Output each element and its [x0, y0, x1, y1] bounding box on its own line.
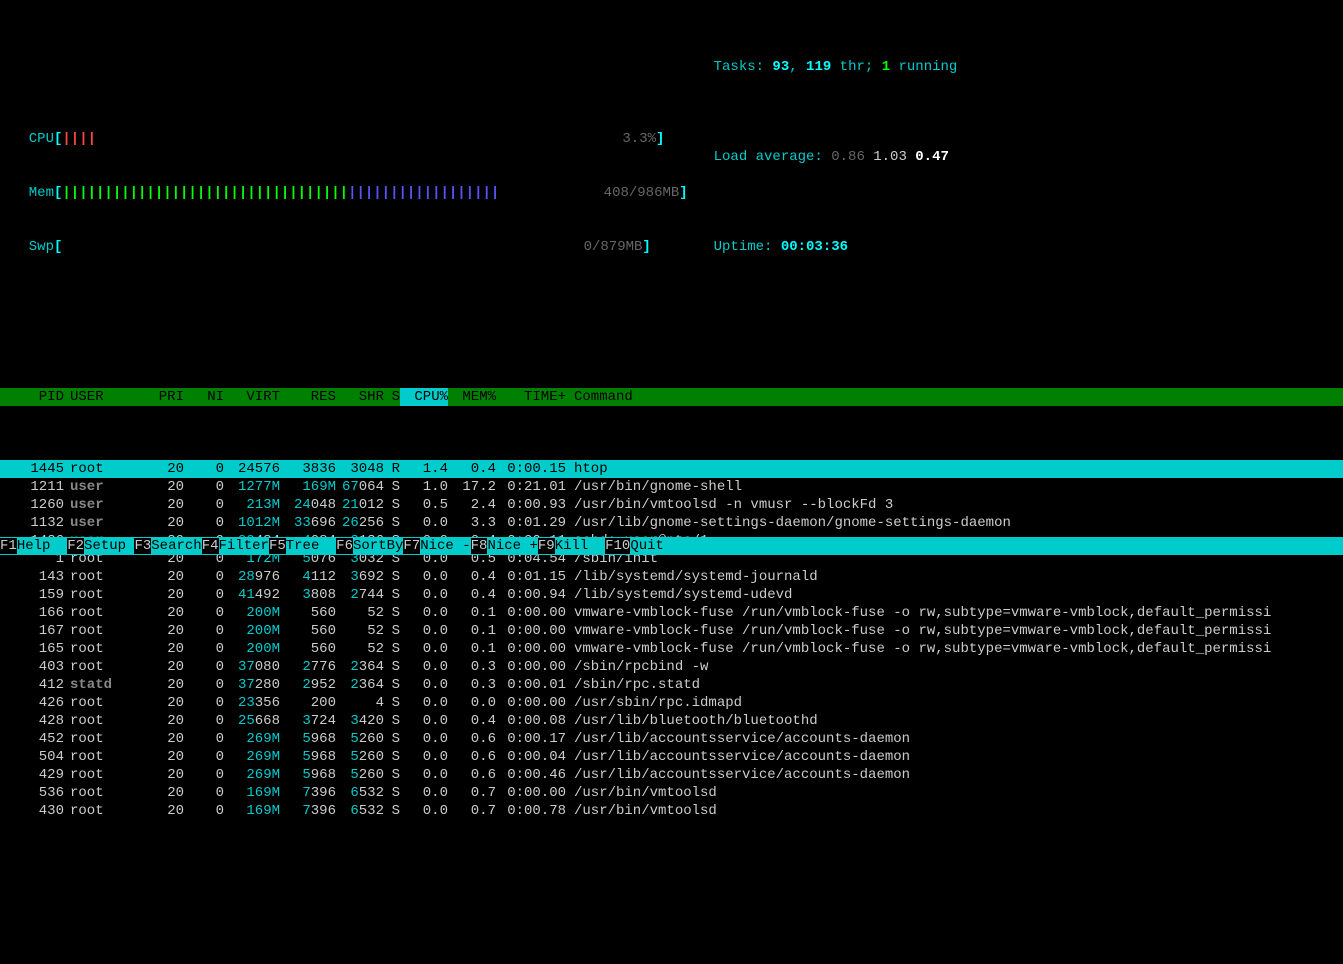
fkey-label[interactable]: Nice + [487, 538, 537, 554]
process-row[interactable]: 429root200269M59685260S0.00.60:00.46/usr… [0, 766, 1343, 784]
process-row[interactable]: 452root200269M59685260S0.00.60:00.17/usr… [0, 730, 1343, 748]
fkey-label[interactable]: Tree [286, 538, 336, 554]
process-row[interactable]: 143root2002897641123692S0.00.40:01.15/li… [0, 568, 1343, 586]
col-cmd[interactable]: Command [568, 388, 1343, 406]
col-ni[interactable]: NI [184, 388, 224, 406]
fkey: F2 [67, 538, 84, 554]
thread-count: 119 [806, 59, 831, 75]
cpu-label: CPU [0, 130, 54, 148]
fkey-label[interactable]: Kill [555, 538, 605, 554]
fkey: F3 [134, 538, 151, 554]
col-s[interactable]: S [384, 388, 400, 406]
load-1: 0.86 [831, 149, 865, 165]
fkey-label[interactable]: Quit [630, 538, 672, 554]
col-cpu[interactable]: CPU% [400, 388, 448, 406]
mem-value: 408/986MB [579, 184, 679, 202]
process-row[interactable]: 1132user2001012M3369626256S0.03.30:01.29… [0, 514, 1343, 532]
cpu-value: 3.3% [596, 130, 656, 148]
process-row[interactable]: 504root200269M59685260S0.00.60:00.04/usr… [0, 748, 1343, 766]
process-row[interactable]: 165root200200M56052S0.00.10:00.00vmware-… [0, 640, 1343, 658]
col-res[interactable]: RES [280, 388, 336, 406]
fkey-label[interactable]: Search [151, 538, 201, 554]
load-15: 0.47 [915, 149, 949, 165]
fkey: F7 [403, 538, 420, 554]
cpu-meter: CPU[||||3.3%] [0, 130, 1343, 148]
info-panel: Tasks: 93, 119 thr; 1 running Load avera… [680, 4, 957, 292]
fkey: F5 [269, 538, 286, 554]
col-user[interactable]: USER [64, 388, 144, 406]
mem-label: Mem [0, 184, 54, 202]
meters-panel: CPU[||||3.3%] Mem[||||||||||||||||||||||… [0, 90, 1343, 280]
process-row[interactable]: 430root200169M73966532S0.00.70:00.78/usr… [0, 802, 1343, 820]
load-5: 1.03 [873, 149, 907, 165]
process-row[interactable]: 1445root2002457638363048R1.40.40:00.15ht… [0, 460, 1343, 478]
process-row[interactable]: 167root200200M56052S0.00.10:00.00vmware-… [0, 622, 1343, 640]
swp-value: 0/879MB [562, 238, 642, 256]
fkey-label[interactable]: Help [17, 538, 67, 554]
running-count: 1 [882, 59, 890, 75]
fkey-label[interactable]: Setup [84, 538, 134, 554]
process-row[interactable]: 428root2002566837243420S0.00.40:00.08/us… [0, 712, 1343, 730]
col-mem[interactable]: MEM% [448, 388, 496, 406]
col-time[interactable]: TIME+ [496, 388, 568, 406]
process-row[interactable]: 1260user200213M2404821012S0.52.40:00.93/… [0, 496, 1343, 514]
swp-meter: Swp[0/879MB] [0, 238, 1343, 256]
fkey-label[interactable]: Nice - [420, 538, 470, 554]
task-count: 93 [772, 59, 789, 75]
col-pri[interactable]: PRI [144, 388, 184, 406]
function-key-bar[interactable]: F1Help F2Setup F3SearchF4FilterF5Tree F6… [0, 537, 1343, 555]
col-shr[interactable]: SHR [336, 388, 384, 406]
fkey: F4 [202, 538, 219, 554]
column-headers[interactable]: PID USER PRI NI VIRT RES SHR S CPU% MEM%… [0, 388, 1343, 406]
col-pid[interactable]: PID [0, 388, 64, 406]
fkey: F8 [471, 538, 488, 554]
process-row[interactable]: 403root2003708027762364S0.00.30:00.00/sb… [0, 658, 1343, 676]
fkey: F1 [0, 538, 17, 554]
process-row[interactable]: 536root200169M73966532S0.00.70:00.00/usr… [0, 784, 1343, 802]
process-list[interactable]: 1445root2002457638363048R1.40.40:00.15ht… [0, 460, 1343, 820]
fkey: F9 [538, 538, 555, 554]
fkey-label[interactable]: Filter [219, 538, 269, 554]
process-row[interactable]: 412statd2003728029522364S0.00.30:00.01/s… [0, 676, 1343, 694]
process-row[interactable]: 1211user2001277M169M67064S1.017.20:21.01… [0, 478, 1343, 496]
process-row[interactable]: 426root200233562004S0.00.00:00.00/usr/sb… [0, 694, 1343, 712]
fkey: F10 [605, 538, 630, 554]
swp-label: Swp [0, 238, 54, 256]
process-row[interactable]: 159root2004149238082744S0.00.40:00.94/li… [0, 586, 1343, 604]
process-row[interactable]: 166root200200M56052S0.00.10:00.00vmware-… [0, 604, 1343, 622]
mem-meter: Mem[||||||||||||||||||||||||||||||||||||… [0, 184, 1343, 202]
fkey-label[interactable]: SortBy [353, 538, 403, 554]
uptime-value: 00:03:36 [781, 239, 848, 255]
col-virt[interactable]: VIRT [224, 388, 280, 406]
fkey: F6 [336, 538, 353, 554]
